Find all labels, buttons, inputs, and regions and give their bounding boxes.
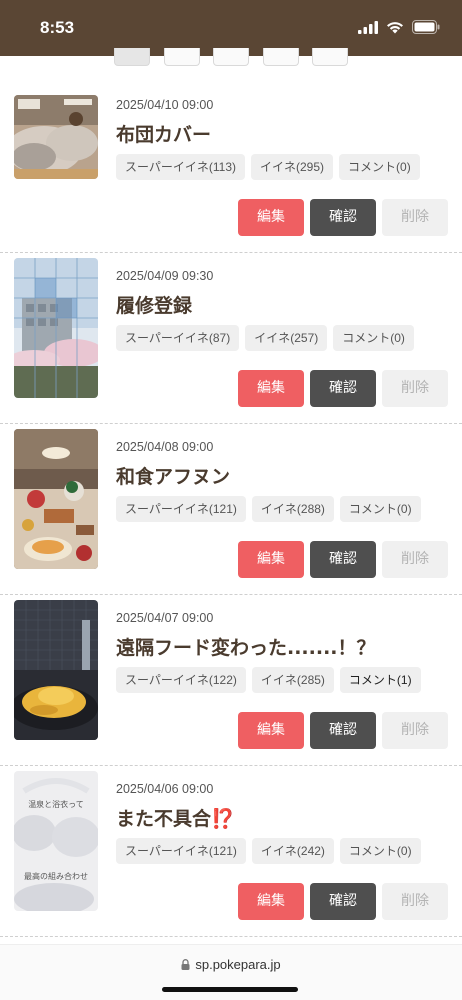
confirm-button[interactable]: 確認 [310,199,376,236]
edit-button[interactable]: 編集 [238,883,304,920]
confirm-button[interactable]: 確認 [310,712,376,749]
post-thumbnail[interactable] [14,429,98,569]
like-badge: イイネ(257) [245,325,328,351]
reaction-badges: スーパーイイネ(121) イイネ(242) コメント(0) [116,838,421,864]
comment-badge: コメント(0) [339,496,421,522]
edit-button[interactable]: 編集 [238,541,304,578]
comment-badge: コメント(0) [333,325,414,351]
post-thumbnail[interactable] [14,258,98,398]
browser-url-bar[interactable]: sp.pokepara.jp [0,944,462,1000]
post-title[interactable]: 履修登録 [116,291,192,318]
like-badge: イイネ(242) [251,838,334,864]
top-tab[interactable] [213,48,249,66]
home-indicator[interactable] [162,987,298,992]
post-actions: 編集 確認 削除 [238,541,448,578]
top-tab[interactable] [114,48,150,66]
post-actions: 編集 確認 削除 [238,199,448,236]
signal-icon [358,20,378,34]
top-tab[interactable] [312,48,348,66]
post-actions: 編集 確認 削除 [238,883,448,920]
delete-button[interactable]: 削除 [382,541,448,578]
url-domain: sp.pokepara.jp [195,957,281,972]
like-badge: イイネ(295) [251,154,334,180]
battery-icon [412,20,440,34]
super-like-badge: スーパーイイネ(122) [116,667,246,693]
delete-button[interactable]: 削除 [382,883,448,920]
post-item: 2025/04/07 09:00 遠隔フード変わった.......！？ スーパー… [0,595,462,766]
confirm-button[interactable]: 確認 [310,541,376,578]
delete-button[interactable]: 削除 [382,712,448,749]
post-title[interactable]: 和食アフヌン [116,462,230,489]
post-title[interactable]: 布団カバー [116,120,211,147]
thumbnail-caption-top: 温泉と浴衣って [28,800,84,809]
post-item: 温泉と浴衣って 最高の組み合わせ 2025/04/06 09:00 また不具合⁉… [0,766,462,937]
reaction-badges: スーパーイイネ(113) イイネ(295) コメント(0) [116,154,420,180]
delete-button[interactable]: 削除 [382,199,448,236]
status-time: 8:53 [40,18,75,37]
comment-badge: コメント(1) [339,667,421,693]
thumbnail-caption-bottom: 最高の組み合わせ [24,872,88,881]
lock-icon [181,959,190,970]
post-actions: 編集 確認 削除 [238,712,448,749]
post-date: 2025/04/07 09:00 [116,611,214,625]
status-icons [358,20,440,34]
url-display[interactable]: sp.pokepara.jp [0,957,462,972]
post-date: 2025/04/08 09:00 [116,440,214,454]
delete-button[interactable]: 削除 [382,370,448,407]
wifi-icon [387,21,403,33]
post-thumbnail[interactable] [14,95,98,179]
post-title[interactable]: また不具合⁉️ [116,804,235,831]
post-thumbnail[interactable]: 温泉と浴衣って 最高の組み合わせ [14,771,98,911]
edit-button[interactable]: 編集 [238,199,304,236]
post-item: 2025/04/09 09:30 履修登録 スーパーイイネ(87) イイネ(25… [0,253,462,424]
reaction-badges: スーパーイイネ(122) イイネ(285) コメント(1) [116,667,421,693]
comment-badge: コメント(0) [339,838,421,864]
top-tab[interactable] [263,48,299,66]
post-item: 2025/04/08 09:00 和食アフヌン スーパーイイネ(121) イイネ… [0,424,462,595]
post-thumbnail[interactable] [14,600,98,740]
super-like-badge: スーパーイイネ(121) [116,838,246,864]
like-badge: イイネ(288) [251,496,334,522]
reaction-badges: スーパーイイネ(121) イイネ(288) コメント(0) [116,496,421,522]
post-date: 2025/04/10 09:00 [116,98,214,112]
post-date: 2025/04/09 09:30 [116,269,214,283]
reaction-badges: スーパーイイネ(87) イイネ(257) コメント(0) [116,325,414,351]
post-item: 2025/04/10 09:00 布団カバー スーパーイイネ(113) イイネ(… [0,82,462,253]
super-like-badge: スーパーイイネ(113) [116,154,246,180]
confirm-button[interactable]: 確認 [310,370,376,407]
post-date: 2025/04/06 09:00 [116,782,214,796]
post-list: 2025/04/10 09:00 布団カバー スーパーイイネ(113) イイネ(… [0,82,462,937]
top-tab-strip [0,48,462,68]
super-like-badge: スーパーイイネ(121) [116,496,246,522]
confirm-button[interactable]: 確認 [310,883,376,920]
post-actions: 編集 確認 削除 [238,370,448,407]
edit-button[interactable]: 編集 [238,712,304,749]
comment-badge: コメント(0) [339,154,420,180]
super-like-badge: スーパーイイネ(87) [116,325,240,351]
edit-button[interactable]: 編集 [238,370,304,407]
top-tab[interactable] [164,48,200,66]
like-badge: イイネ(285) [251,667,334,693]
post-title[interactable]: 遠隔フード変わった.......！？ [116,633,376,660]
